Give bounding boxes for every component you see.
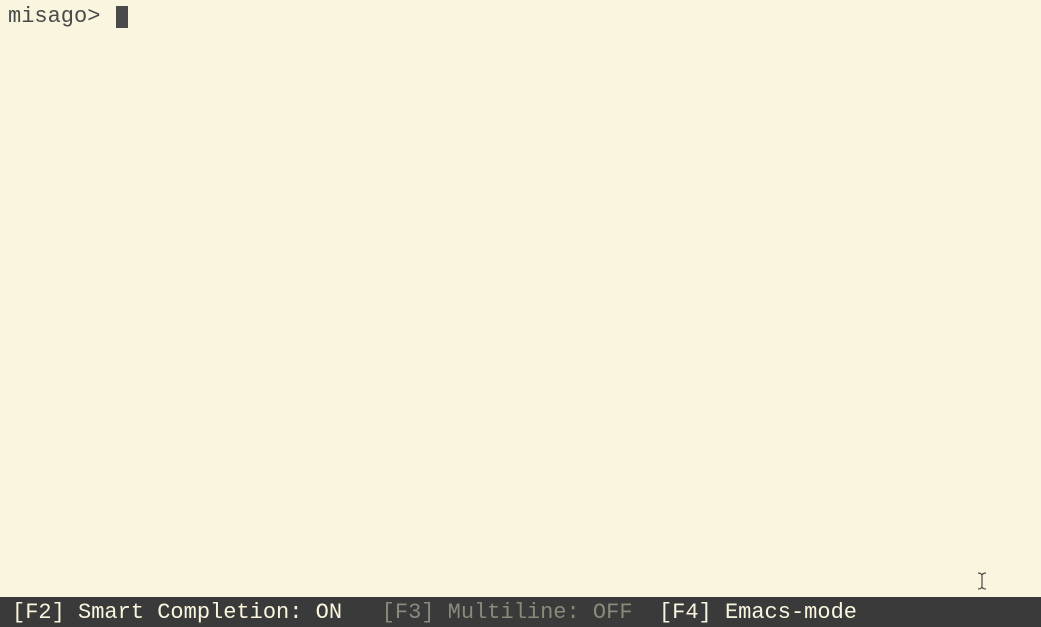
f2-feature-label: Smart Completion:	[65, 600, 316, 625]
f4-feature-label: Emacs-mode	[712, 600, 857, 625]
f2-value: ON	[316, 600, 342, 625]
f3-feature-label: Multiline:	[434, 600, 592, 625]
f3-key-label[interactable]: [F3]	[382, 600, 435, 625]
prompt-text: misago>	[8, 4, 114, 29]
prompt-line[interactable]: misago>	[8, 4, 1033, 29]
status-spacer	[342, 600, 382, 625]
f2-key-label[interactable]: [F2]	[12, 600, 65, 625]
f4-key-label[interactable]: [F4]	[659, 600, 712, 625]
status-bar: [F2] Smart Completion: ON [F3] Multiline…	[0, 597, 1041, 627]
terminal-output-area[interactable]: misago>	[0, 0, 1041, 597]
status-spacer	[633, 600, 659, 625]
f3-value: OFF	[593, 600, 633, 625]
cursor-icon	[116, 6, 128, 28]
